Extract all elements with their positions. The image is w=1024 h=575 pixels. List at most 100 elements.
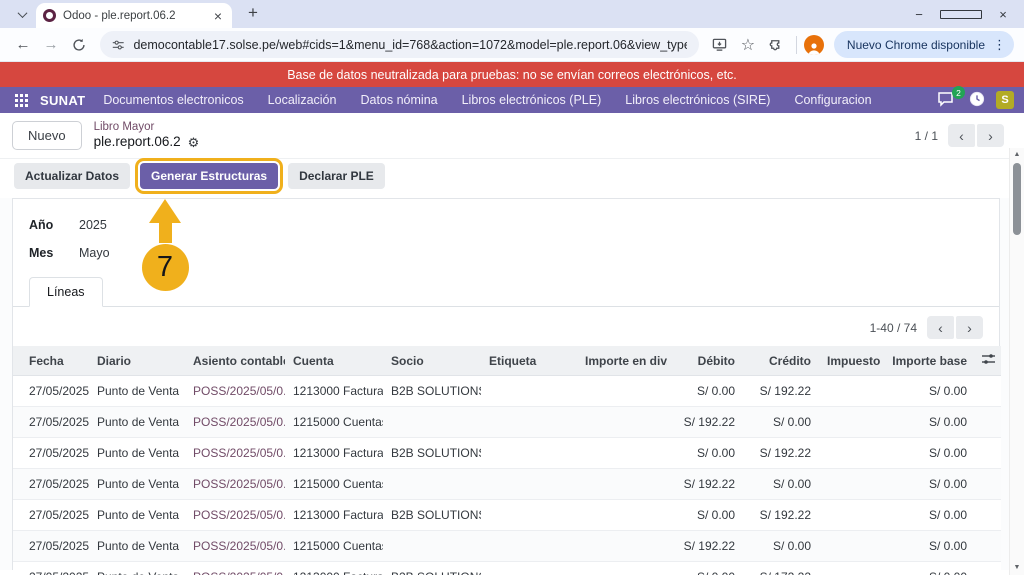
browser-window: Odoo - ple.report.06.2 × + − × ← → democ… [0, 0, 1024, 575]
year-value[interactable]: 2025 [79, 218, 107, 232]
app-brand[interactable]: SUNAT [40, 93, 85, 108]
cell-diario: Punto de Venta [89, 406, 185, 439]
form-sheet: Año 2025 Mes Mayo Líneas 1-40 / 74 ‹ › F… [12, 198, 1001, 575]
optional-columns-icon[interactable] [975, 346, 1001, 377]
install-app-icon[interactable] [707, 32, 733, 58]
cell-etiqueta [481, 468, 577, 501]
forward-button[interactable]: → [38, 32, 64, 58]
tab-search-button[interactable] [10, 4, 34, 24]
cell-impuesto [819, 406, 883, 439]
nav-item-4[interactable]: Libros electrónicos (SIRE) [625, 93, 770, 107]
table-row[interactable]: 27/05/2025Punto de VentaPOSS/2025/05/0..… [13, 530, 1001, 563]
table-row[interactable]: 27/05/2025Punto de VentaPOSS/2025/05/0..… [13, 561, 1001, 575]
nav-item-2[interactable]: Datos nómina [360, 93, 437, 107]
cell-socio: B2B SOLUTIONS ... [383, 499, 481, 532]
col-header-etiqueta[interactable]: Etiqueta [481, 346, 577, 377]
table-row[interactable]: 27/05/2025Punto de VentaPOSS/2025/05/0..… [13, 375, 1001, 408]
col-header-asiento[interactable]: Asiento contable [185, 346, 285, 377]
profile-avatar-icon[interactable] [803, 34, 824, 55]
col-header-importe_base[interactable]: Importe base [883, 346, 975, 377]
url-bar[interactable]: democontable17.solse.pe/web#cids=1&menu_… [100, 31, 699, 58]
apps-grid-icon[interactable] [10, 91, 32, 109]
col-header-impuesto[interactable]: Impuesto [819, 346, 883, 377]
declarar-ple-button[interactable]: Declarar PLE [288, 163, 385, 190]
more-menu-icon[interactable]: ⋮ [991, 37, 1008, 53]
nav-item-3[interactable]: Libros electrónicos (PLE) [462, 93, 602, 107]
new-tab-button[interactable]: + [242, 3, 264, 23]
cell-credito: S/ 192.22 [743, 375, 819, 408]
col-header-cuenta[interactable]: Cuenta [285, 346, 383, 377]
cell-asiento[interactable]: POSS/2025/05/0... [185, 561, 285, 575]
app-navbar: SUNAT Documentos electronicos Localizació… [0, 86, 1024, 113]
browser-tab[interactable]: Odoo - ple.report.06.2 × [36, 3, 232, 28]
col-header-fecha[interactable]: Fecha [13, 346, 89, 377]
chrome-update-button[interactable]: Nuevo Chrome disponible ⋮ [833, 31, 1014, 58]
cell-cuenta: 1213000 Facturas... [285, 561, 383, 575]
table-row[interactable]: 27/05/2025Punto de VentaPOSS/2025/05/0..… [13, 406, 1001, 439]
form-content: Año 2025 Mes Mayo Líneas 1-40 / 74 ‹ › F… [0, 198, 1024, 575]
col-header-credito[interactable]: Crédito [743, 346, 819, 377]
window-controls: − × [898, 0, 1024, 28]
cell-debito: S/ 0.00 [667, 561, 743, 575]
cell-importe_div [577, 530, 667, 563]
nav-item-1[interactable]: Localización [268, 93, 337, 107]
nav-item-0[interactable]: Documentos electronicos [103, 93, 243, 107]
cell-fecha: 27/05/2025 [13, 437, 89, 470]
col-header-importe_div[interactable]: Importe en div... [577, 346, 667, 377]
extensions-icon[interactable] [763, 32, 789, 58]
breadcrumb-parent-link[interactable]: Libro Mayor [94, 120, 200, 134]
actualizar-datos-button[interactable]: Actualizar Datos [14, 163, 131, 190]
lines-next-button[interactable]: › [956, 316, 983, 340]
back-button[interactable]: ← [10, 32, 36, 58]
cell-importe_base: S/ 0.00 [883, 468, 975, 501]
browser-titlebar: Odoo - ple.report.06.2 × + − × [0, 0, 1024, 28]
col-header-debito[interactable]: Débito [667, 346, 743, 377]
close-window-button[interactable]: × [982, 0, 1024, 28]
reload-button[interactable] [66, 32, 92, 58]
cell-asiento[interactable]: POSS/2025/05/0... [185, 468, 285, 501]
restore-button[interactable] [940, 0, 982, 28]
site-info-icon[interactable] [112, 38, 124, 52]
tab-title: Odoo - ple.report.06.2 [63, 9, 176, 22]
cell-impuesto [819, 375, 883, 408]
record-prev-button[interactable]: ‹ [948, 124, 975, 148]
minimize-button[interactable]: − [898, 0, 940, 28]
new-record-button[interactable]: Nuevo [12, 121, 82, 151]
table-row[interactable]: 27/05/2025Punto de VentaPOSS/2025/05/0..… [13, 468, 1001, 501]
cell-asiento[interactable]: POSS/2025/05/0... [185, 375, 285, 408]
lines-prev-button[interactable]: ‹ [927, 316, 954, 340]
cell-etiqueta [481, 375, 577, 408]
table-row[interactable]: 27/05/2025Punto de VentaPOSS/2025/05/0..… [13, 437, 1001, 470]
cell-etiqueta [481, 561, 577, 575]
cell-socio [383, 530, 481, 563]
cell-importe_div [577, 375, 667, 408]
messages-button[interactable]: 2 [938, 86, 965, 108]
cell-spacer [975, 437, 1001, 470]
scroll-up-icon[interactable]: ▲ [1010, 151, 1024, 158]
breadcrumb: Libro Mayor ple.report.06.2 ⚙ [94, 120, 200, 151]
scrollbar-thumb[interactable] [1013, 163, 1021, 235]
user-avatar[interactable]: S [996, 91, 1014, 109]
month-value[interactable]: Mayo [79, 246, 110, 260]
tab-close-icon[interactable]: × [211, 8, 225, 24]
page-scrollbar[interactable]: ▲ ▼ [1009, 148, 1024, 575]
tab-lineas[interactable]: Líneas [29, 277, 103, 308]
col-header-diario[interactable]: Diario [89, 346, 185, 377]
generar-estructuras-button[interactable]: Generar Estructuras [135, 158, 284, 195]
cell-importe_base: S/ 0.00 [883, 375, 975, 408]
table-row[interactable]: 27/05/2025Punto de VentaPOSS/2025/05/0..… [13, 499, 1001, 532]
cell-asiento[interactable]: POSS/2025/05/0... [185, 437, 285, 470]
gear-icon[interactable]: ⚙ [188, 135, 200, 151]
scroll-down-icon[interactable]: ▼ [1010, 564, 1024, 571]
bookmark-star-icon[interactable]: ☆ [735, 32, 761, 58]
cell-asiento[interactable]: POSS/2025/05/0... [185, 406, 285, 439]
activities-button[interactable] [969, 91, 985, 110]
record-next-button[interactable]: › [977, 124, 1004, 148]
nav-item-5[interactable]: Configuracion [794, 93, 871, 107]
cell-spacer [975, 375, 1001, 408]
cell-asiento[interactable]: POSS/2025/05/0... [185, 530, 285, 563]
cell-cuenta: 1215000 Cuentas... [285, 406, 383, 439]
col-header-socio[interactable]: Socio [383, 346, 481, 377]
cell-asiento[interactable]: POSS/2025/05/0... [185, 499, 285, 532]
cell-diario: Punto de Venta [89, 375, 185, 408]
